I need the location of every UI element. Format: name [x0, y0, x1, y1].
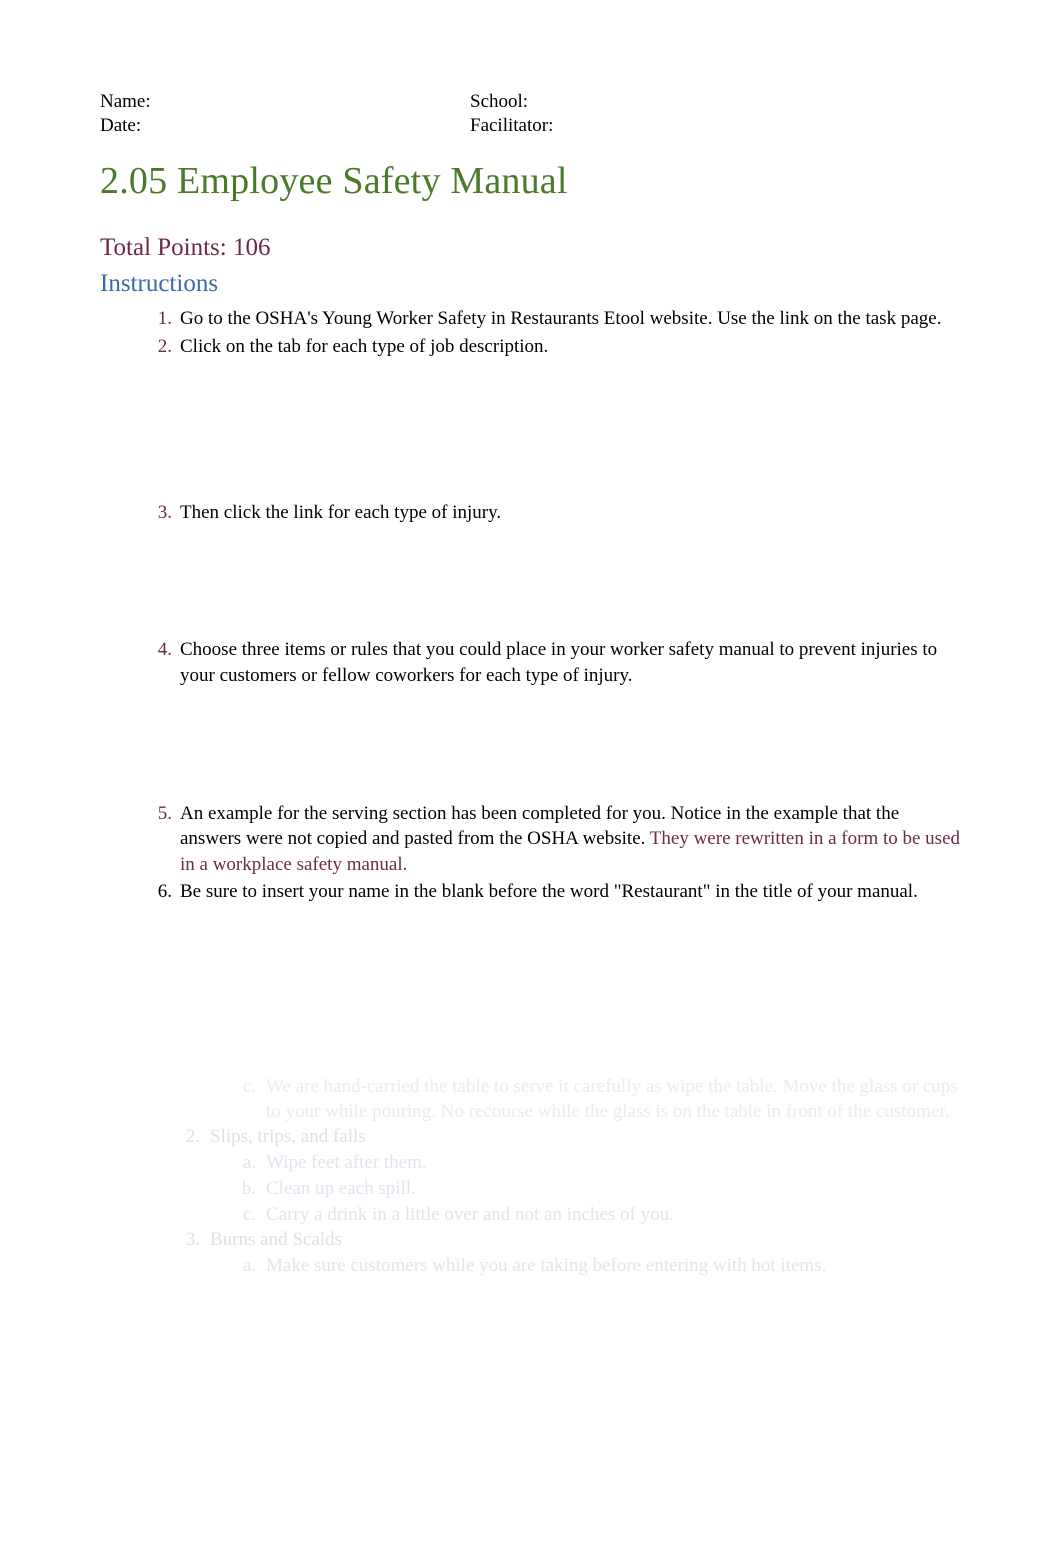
list-text: Click on the tab for each type of job de…	[180, 336, 548, 357]
list-number: 2.	[128, 334, 172, 360]
list-text: Choose three items or rules that you cou…	[180, 639, 937, 686]
name-label: Name:	[100, 90, 470, 114]
list-number: 3.	[128, 500, 172, 526]
faded-marker: a.	[226, 1254, 256, 1279]
faded-text: Make sure customers while you are taking…	[266, 1255, 826, 1276]
instructions-list: 1. Go to the OSHA's Young Worker Safety …	[100, 306, 962, 905]
facilitator-label: Facilitator:	[470, 114, 962, 138]
instruction-item-4: 4. Choose three items or rules that you …	[152, 637, 962, 688]
instruction-item-6: 6. Be sure to insert your name in the bl…	[152, 879, 962, 905]
header-fields: Name: Date: School: Facilitator:	[100, 90, 962, 138]
list-text: Be sure to insert your name in the blank…	[180, 881, 918, 902]
faded-text: Carry a drink in a little over and not a…	[266, 1204, 674, 1225]
faded-text: Slips, trips, and falls	[210, 1126, 366, 1147]
faded-text: Wipe feet after them.	[266, 1152, 427, 1173]
list-number: 5.	[128, 801, 172, 827]
document-title: 2.05 Employee Safety Manual	[100, 156, 962, 207]
header-right-column: School: Facilitator:	[470, 90, 962, 138]
instruction-item-3: 3. Then click the link for each type of …	[152, 500, 962, 526]
faded-marker: b.	[226, 1177, 256, 1202]
instruction-item-5: 5. An example for the serving section ha…	[152, 801, 962, 878]
total-points: Total Points: 106	[100, 231, 962, 265]
date-label: Date:	[100, 114, 470, 138]
list-number: 1.	[128, 306, 172, 332]
faded-item-3: 3. Burns and Scalds	[152, 1228, 962, 1253]
faded-marker: c.	[226, 1203, 256, 1228]
faded-marker: a.	[226, 1151, 256, 1176]
faded-text: Clean up each spill.	[266, 1178, 416, 1199]
faded-text: Burns and Scalds	[210, 1229, 342, 1250]
faded-marker: c.	[226, 1075, 256, 1100]
list-number: 4.	[128, 637, 172, 663]
faded-marker: 2.	[170, 1125, 200, 1150]
faded-item-2c: c. Carry a drink in a little over and no…	[152, 1203, 962, 1228]
list-text: Then click the link for each type of inj…	[180, 502, 501, 523]
faded-example-section: c. We are hand-carried the table to serv…	[100, 1075, 962, 1279]
instructions-heading: Instructions	[100, 267, 962, 301]
header-left-column: Name: Date:	[100, 90, 470, 138]
instruction-item-2: 2. Click on the tab for each type of job…	[152, 334, 962, 360]
faded-marker: 3.	[170, 1228, 200, 1253]
faded-text: We are hand-carried the table to serve i…	[266, 1076, 958, 1122]
list-text: Go to the OSHA's Young Worker Safety in …	[180, 308, 941, 329]
faded-item-2a: a. Wipe feet after them.	[152, 1151, 962, 1176]
school-label: School:	[470, 90, 962, 114]
faded-item-3a: a. Make sure customers while you are tak…	[152, 1254, 962, 1279]
faded-item-1c: c. We are hand-carried the table to serv…	[152, 1075, 962, 1124]
list-number: 6.	[128, 879, 172, 905]
faded-item-2b: b. Clean up each spill.	[152, 1177, 962, 1202]
faded-item-2: 2. Slips, trips, and falls	[152, 1125, 962, 1150]
instruction-item-1: 1. Go to the OSHA's Young Worker Safety …	[152, 306, 962, 332]
